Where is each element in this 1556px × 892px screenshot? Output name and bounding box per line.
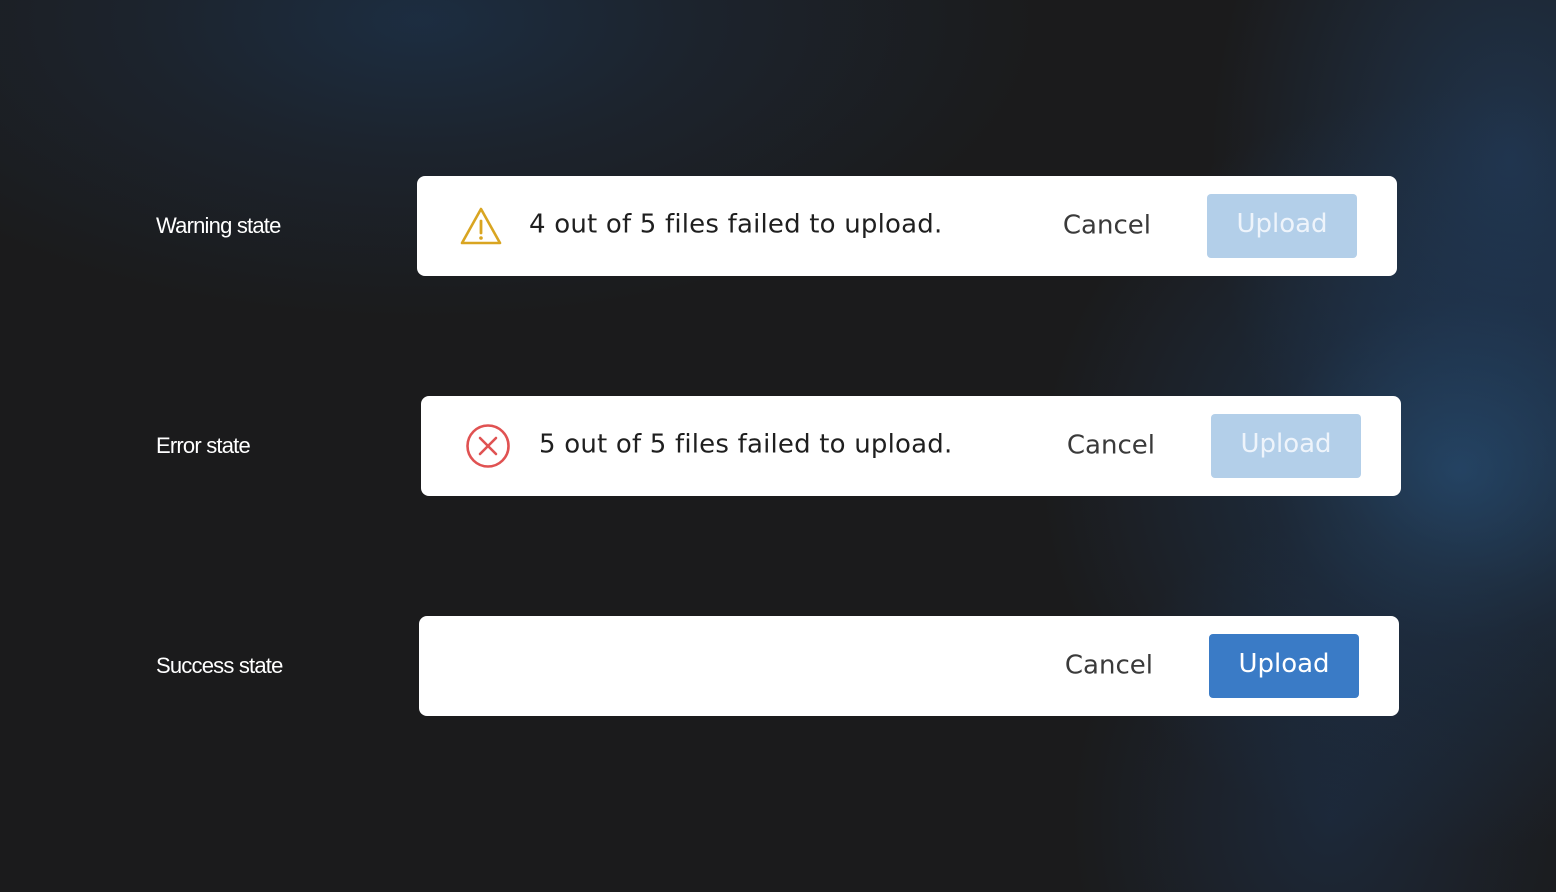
- upload-button[interactable]: Upload: [1207, 194, 1357, 258]
- cancel-button[interactable]: Cancel: [1063, 210, 1151, 240]
- state-label-error: Error state: [156, 433, 251, 458]
- error-circle-x-icon: [466, 424, 510, 468]
- warning-triangle-icon: [460, 207, 502, 245]
- cancel-button[interactable]: Cancel: [1067, 430, 1155, 460]
- upload-bar-warning: 4 out of 5 files failed to upload. Cance…: [417, 176, 1397, 276]
- upload-button[interactable]: Upload: [1211, 414, 1361, 478]
- state-label-warning: Warning state: [156, 213, 281, 238]
- success-state-row: Success state Cancel Upload: [0, 616, 1556, 716]
- upload-button[interactable]: Upload: [1209, 634, 1359, 698]
- error-state-row: Error state 5 out of 5 files failed to u…: [0, 396, 1556, 496]
- upload-status-message: 5 out of 5 files failed to upload.: [539, 429, 953, 460]
- upload-status-message: 4 out of 5 files failed to upload.: [529, 209, 943, 240]
- warning-state-row: Warning state 4 out of 5 files failed to…: [0, 176, 1556, 276]
- upload-bar-success: Cancel Upload: [419, 616, 1399, 716]
- state-label-success: Success state: [156, 653, 283, 678]
- cancel-button[interactable]: Cancel: [1065, 650, 1153, 680]
- upload-bar-error: 5 out of 5 files failed to upload. Cance…: [421, 396, 1401, 496]
